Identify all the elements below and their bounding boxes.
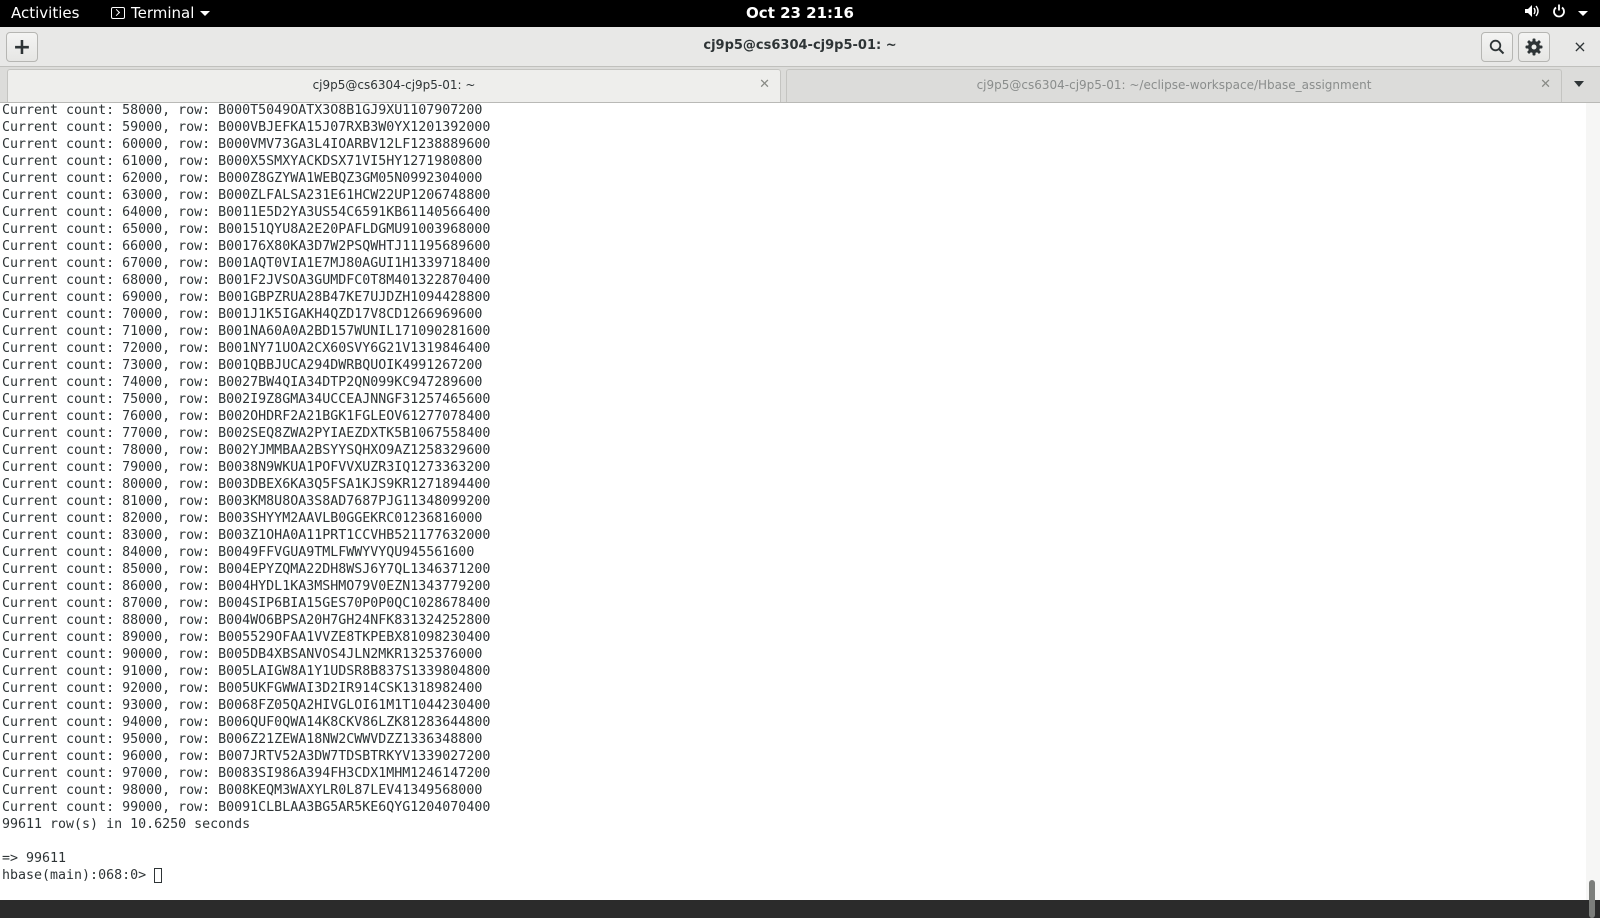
terminal-line: Current count: 69000, row: B001GBPZRUA28… (2, 290, 491, 305)
terminal-line: Current count: 85000, row: B004EPYZQMA22… (2, 562, 491, 577)
terminal-line: Current count: 92000, row: B005UKFGWWAI3… (2, 681, 483, 696)
terminal-line: Current count: 66000, row: B00176X80KA3D… (2, 239, 491, 254)
close-window-button[interactable]: × (1570, 37, 1590, 57)
terminal-line: Current count: 67000, row: B001AQT0VIA1E… (2, 256, 491, 271)
header-bar: + cj9p5@cs6304-cj9p5-01: ~ × (0, 27, 1600, 67)
search-button[interactable] (1481, 32, 1513, 62)
terminal-line: Current count: 96000, row: B007JRTV52A3D… (2, 749, 491, 764)
terminal-line: Current count: 64000, row: B0011E5D2YA3U… (2, 205, 491, 220)
chevron-down-icon[interactable] (1578, 11, 1588, 16)
terminal-line: Current count: 68000, row: B001F2JVSOA3G… (2, 273, 491, 288)
tab-hbase-assignment[interactable]: cj9p5@cs6304-cj9p5-01: ~/eclipse-workspa… (786, 69, 1562, 102)
search-icon (1489, 39, 1505, 55)
terminal-line: Current count: 88000, row: B004WO6BPSA20… (2, 613, 491, 628)
text-cursor (154, 868, 163, 883)
terminal-window: + cj9p5@cs6304-cj9p5-01: ~ × cj9p5@cs630… (0, 27, 1600, 918)
terminal-line: Current count: 58000, row: B000T5049OATX… (2, 103, 483, 118)
terminal-lines: Current count: 58000, row: B000T5049OATX… (2, 103, 490, 884)
terminal-line: Current count: 71000, row: B001NA60A0A2B… (2, 324, 491, 339)
terminal-line: Current count: 76000, row: B002OHDRF2A21… (2, 409, 491, 424)
app-menu-terminal[interactable]: Terminal (111, 4, 211, 22)
new-tab-button[interactable]: + (6, 32, 38, 62)
power-icon[interactable] (1552, 4, 1566, 23)
terminal-line: Current count: 78000, row: B002YJMMBAA2B… (2, 443, 491, 458)
tab-label: cj9p5@cs6304-cj9p5-01: ~/eclipse-workspa… (976, 78, 1372, 92)
app-menu-label: Terminal (131, 4, 195, 22)
terminal-line: Current count: 70000, row: B001J1K5IGAKH… (2, 307, 483, 322)
scroll-thumb[interactable] (1589, 880, 1595, 918)
gear-icon (1525, 38, 1543, 56)
settings-menu-button[interactable] (1518, 32, 1550, 62)
gnome-top-bar: Activities Terminal Oct 23 21:16 (0, 0, 1600, 27)
terminal-line: Current count: 59000, row: B000VBJEFKA15… (2, 120, 491, 135)
caret-down-icon (200, 10, 211, 16)
system-tray[interactable] (1524, 4, 1588, 23)
tab-label: cj9p5@cs6304-cj9p5-01: ~ (312, 78, 476, 92)
tab-close-icon[interactable]: ✕ (759, 77, 770, 92)
terminal-line: Current count: 82000, row: B003SHYYM2AAV… (2, 511, 483, 526)
terminal-line: Current count: 75000, row: B002I9Z8GMA34… (2, 392, 491, 407)
terminal-line: Current count: 61000, row: B000X5SMXYACK… (2, 154, 483, 169)
scrollbar[interactable] (1586, 103, 1600, 918)
terminal-line: Current count: 74000, row: B0027BW4QIA34… (2, 375, 483, 390)
activities-button[interactable]: Activities (11, 4, 79, 22)
terminal-line: Current count: 93000, row: B0068FZ05QA2H… (2, 698, 491, 713)
tab-bar: cj9p5@cs6304-cj9p5-01: ~ ✕ cj9p5@cs6304-… (0, 67, 1600, 103)
terminal-line: Current count: 91000, row: B005LAIGW8A1Y… (2, 664, 491, 679)
terminal-line: Current count: 84000, row: B0049FFVGUA9T… (2, 545, 475, 560)
tab-list-chevron-icon[interactable] (1574, 81, 1584, 87)
terminal-line: => 99611 (2, 851, 67, 866)
terminal-line: Current count: 72000, row: B001NY71UOA2C… (2, 341, 491, 356)
terminal-line: Current count: 81000, row: B003KM8U8OA3S… (2, 494, 491, 509)
terminal-line: Current count: 83000, row: B003Z1OHA0A11… (2, 528, 491, 543)
terminal-line: 99611 row(s) in 10.6250 seconds (2, 817, 251, 832)
terminal-line: Current count: 98000, row: B008KEQM3WAXY… (2, 783, 483, 798)
window-title: cj9p5@cs6304-cj9p5-01: ~ (703, 38, 897, 53)
terminal-line: Current count: 95000, row: B006Z21ZEWA18… (2, 732, 483, 747)
terminal-line: Current count: 77000, row: B002SEQ8ZWA2P… (2, 426, 491, 441)
prompt: hbase(main):068:0> (2, 868, 147, 883)
volume-icon[interactable] (1524, 4, 1540, 23)
tab-home[interactable]: cj9p5@cs6304-cj9p5-01: ~ ✕ (7, 69, 781, 102)
tab-close-icon[interactable]: ✕ (1540, 77, 1551, 92)
prompt-line[interactable]: hbase(main):068:0> (2, 867, 490, 884)
terminal-output[interactable]: Current count: 58000, row: B000T5049OATX… (0, 103, 1586, 900)
terminal-line: Current count: 87000, row: B004SIP6BIA15… (2, 596, 491, 611)
terminal-line: Current count: 80000, row: B003DBEX6KA3Q… (2, 477, 491, 492)
terminal-line: Current count: 90000, row: B005DB4XBSANV… (2, 647, 483, 662)
terminal-line: Current count: 79000, row: B0038N9WKUA1P… (2, 460, 491, 475)
terminal-line: Current count: 94000, row: B006QUF0QWA14… (2, 715, 491, 730)
terminal-line: Current count: 73000, row: B001QBBJUCA29… (2, 358, 483, 373)
terminal-line: Current count: 86000, row: B004HYDL1KA3M… (2, 579, 491, 594)
terminal-line: Current count: 65000, row: B00151QYU8A2E… (2, 222, 491, 237)
terminal-line: Current count: 60000, row: B000VMV73GA3L… (2, 137, 491, 152)
terminal-line: Current count: 99000, row: B0091CLBLAA3B… (2, 800, 491, 815)
terminal-icon (111, 7, 125, 19)
terminal-line: Current count: 97000, row: B0083SI986A39… (2, 766, 491, 781)
terminal-line: Current count: 89000, row: B005529OFAA1V… (2, 630, 491, 645)
terminal-line: Current count: 63000, row: B000ZLFALSA23… (2, 188, 491, 203)
clock[interactable]: Oct 23 21:16 (746, 4, 854, 22)
terminal-line: Current count: 62000, row: B000Z8GZYWA1W… (2, 171, 483, 186)
